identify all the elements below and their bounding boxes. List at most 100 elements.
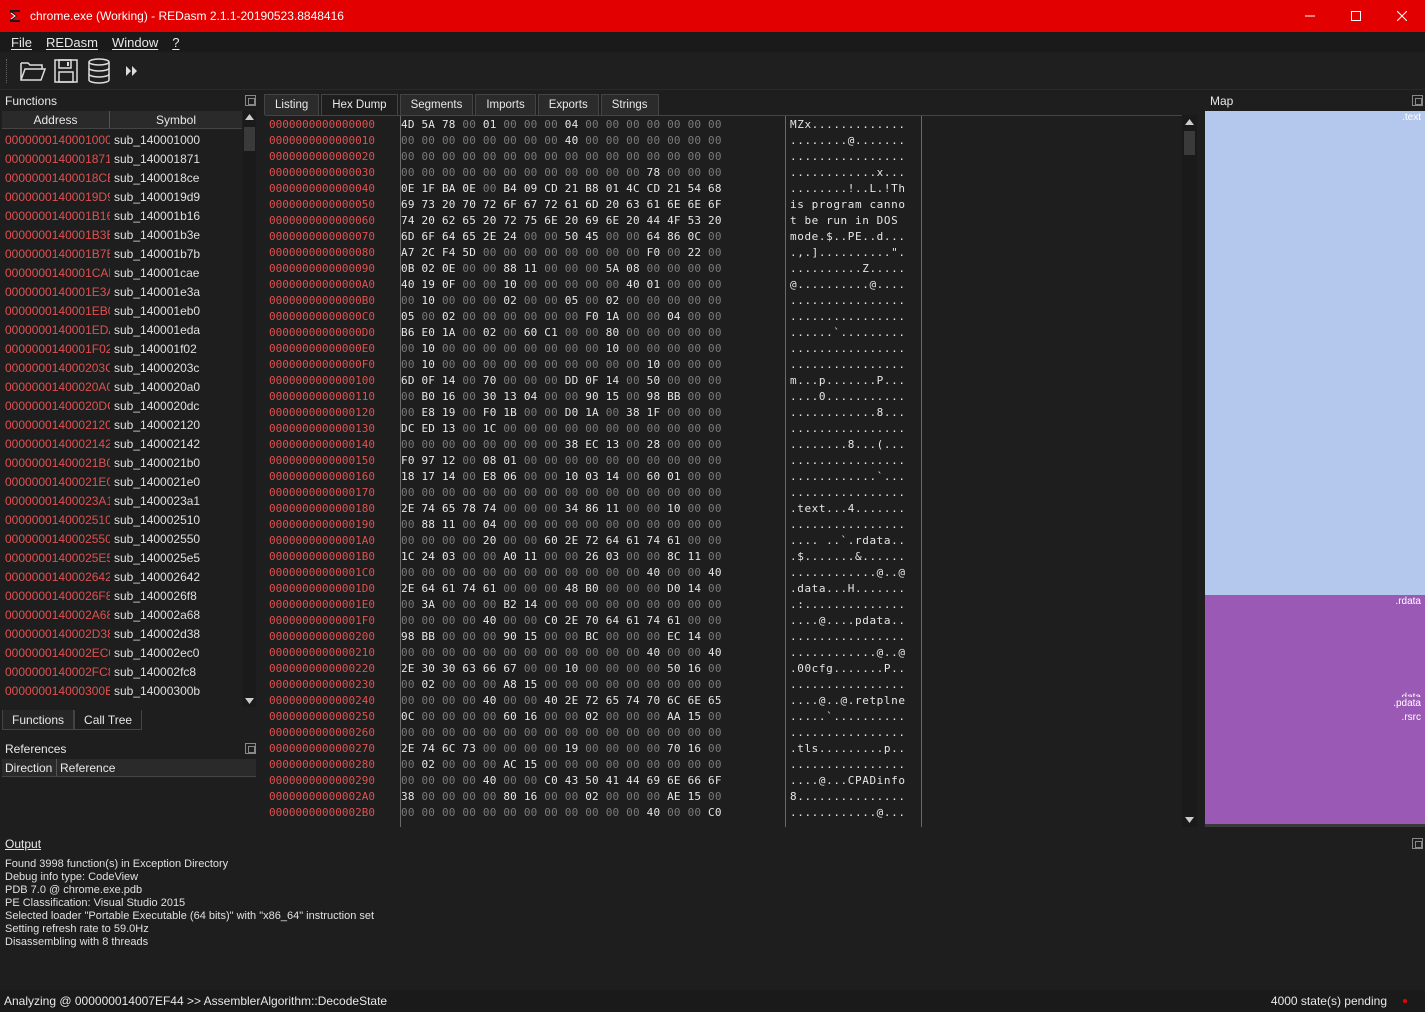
hex-ascii[interactable]: .... ..`.rdata.. [785,534,921,547]
function-row[interactable]: 0000000140002FC8 sub_140002fc8 [2,662,242,681]
function-row[interactable]: 0000000140002EC0 sub_140002ec0 [2,643,242,662]
hex-scrollbar[interactable] [1182,115,1197,827]
function-row[interactable]: 00000001400026F8 sub_1400026f8 [2,586,242,605]
function-row[interactable]: 0000000140002D38 sub_140002d38 [2,624,242,643]
hex-row[interactable]: 00000000000000A0 40 19 0F 00 00 10 00 00 … [265,276,1197,292]
menu-redasm[interactable]: REDasm [39,35,105,50]
hex-ascii[interactable]: ....@...CPADinfo [785,774,921,787]
hex-row[interactable]: 0000000000000260 00 00 00 00 00 00 00 00 … [265,724,1197,740]
float-dock-icon[interactable] [245,743,256,754]
hex-bytes[interactable]: 74 20 62 65 20 72 75 6E 20 69 6E 20 44 4… [397,214,785,227]
function-row[interactable]: 0000000140001000 sub_140001000 [2,130,242,149]
function-row[interactable]: 00000001400023A1 sub_1400023a1 [2,491,242,510]
hex-bytes[interactable]: 2E 64 61 74 61 00 00 00 48 B0 00 00 00 D… [397,582,785,595]
function-row[interactable]: 0000000140002550 sub_140002550 [2,529,242,548]
hex-row[interactable]: 00000000000000E0 00 10 00 00 00 00 00 00 … [265,340,1197,356]
function-row[interactable]: 0000000140001E3A sub_140001e3a [2,282,242,301]
hex-bytes[interactable]: 6D 6F 64 65 2E 24 00 00 50 45 00 00 64 8… [397,230,785,243]
hex-row[interactable]: 0000000000000240 00 00 00 00 40 00 00 40 … [265,692,1197,708]
hex-bytes[interactable]: 00 00 00 00 00 00 00 00 00 00 00 00 00 0… [397,486,785,499]
hex-bytes[interactable]: 00 E8 19 00 F0 1B 00 00 D0 1A 00 38 1F 0… [397,406,785,419]
function-row[interactable]: 00000001400025E5 sub_1400025e5 [2,548,242,567]
function-row[interactable]: 0000000140001B3E sub_140001b3e [2,225,242,244]
function-row[interactable]: 0000000140001B7B sub_140001b7b [2,244,242,263]
hex-row[interactable]: 00000000000001E0 00 3A 00 00 00 B2 14 00 … [265,596,1197,612]
database-button[interactable] [84,56,114,86]
hex-ascii[interactable]: ............x... [785,166,921,179]
hex-bytes[interactable]: 6D 0F 14 00 70 00 00 00 DD 0F 14 00 50 0… [397,374,785,387]
function-row[interactable]: 0000000140001EB0 sub_140001eb0 [2,301,242,320]
hex-ascii[interactable]: ................ [785,486,921,499]
tab-exports[interactable]: Exports [537,94,599,115]
hex-row[interactable]: 0000000000000140 00 00 00 00 00 00 00 00 … [265,436,1197,452]
function-row[interactable]: 00000001400018CE sub_1400018ce [2,168,242,187]
hex-bytes[interactable]: 00 00 00 00 00 00 00 00 00 00 00 00 78 0… [397,166,785,179]
hex-ascii[interactable]: ................ [785,758,921,771]
hex-row[interactable]: 0000000000000100 6D 0F 14 00 70 00 00 00 … [265,372,1197,388]
map-segment[interactable] [1205,711,1425,824]
hex-bytes[interactable]: 00 00 00 00 40 00 00 40 2E 72 65 74 70 6… [397,694,785,707]
hex-row[interactable]: 0000000000000160 18 17 14 00 E8 06 00 00 … [265,468,1197,484]
tab-call-tree[interactable]: Call Tree [74,710,143,730]
hex-bytes[interactable]: 00 00 00 00 40 00 00 C0 43 50 41 44 69 6… [397,774,785,787]
hex-ascii[interactable]: ................ [785,310,921,323]
function-row[interactable]: 00000001400019D9 sub_1400019d9 [2,187,242,206]
hex-ascii[interactable]: MZx............. [785,118,921,131]
function-row[interactable]: 00000001400020DC sub_1400020dc [2,396,242,415]
hex-row[interactable]: 00000000000000C0 05 00 02 00 00 00 00 00 … [265,308,1197,324]
hex-bytes[interactable]: 98 BB 00 00 00 90 15 00 00 BC 00 00 00 E… [397,630,785,643]
hex-row[interactable]: 0000000000000200 98 BB 00 00 00 90 15 00 … [265,628,1197,644]
hex-ascii[interactable]: .text...4....... [785,502,921,515]
hex-row[interactable]: 00000000000001D0 2E 64 61 74 61 00 00 00 … [265,580,1197,596]
hex-row[interactable]: 0000000000000190 00 88 11 00 04 00 00 00 … [265,516,1197,532]
function-row[interactable]: 0000000140001B16 sub_140001b16 [2,206,242,225]
hex-bytes[interactable]: 00 02 00 00 00 A8 15 00 00 00 00 00 00 0… [397,678,785,691]
menu-window[interactable]: Window [105,35,165,50]
hex-bytes[interactable]: A7 2C F4 5D 00 00 00 00 00 00 00 00 F0 0… [397,246,785,259]
hex-row[interactable]: 0000000000000230 00 02 00 00 00 A8 15 00 … [265,676,1197,692]
float-dock-icon[interactable] [1412,95,1423,106]
hex-bytes[interactable]: 2E 74 65 78 74 00 00 00 34 86 11 00 00 1… [397,502,785,515]
column-reference[interactable]: Reference [57,759,115,776]
hex-ascii[interactable]: ....@..@.retplne [785,694,921,707]
hex-ascii[interactable]: .00cfg.......P.. [785,662,921,675]
hex-row[interactable]: 0000000000000170 00 00 00 00 00 00 00 00 … [265,484,1197,500]
hex-bytes[interactable]: 38 00 00 00 00 80 16 00 00 02 00 00 00 A… [397,790,785,803]
hex-bytes[interactable]: 00 10 00 00 00 00 00 00 00 00 00 00 10 0… [397,358,785,371]
hex-bytes[interactable]: 69 73 20 70 72 6F 67 72 61 6D 20 63 61 6… [397,198,785,211]
open-button[interactable] [18,56,48,86]
hex-ascii[interactable]: ................ [785,422,921,435]
hex-ascii[interactable]: ....@....pdata.. [785,614,921,627]
hex-bytes[interactable]: 18 17 14 00 E8 06 00 00 10 03 14 00 60 0… [397,470,785,483]
hex-ascii[interactable]: ................ [785,678,921,691]
menu-file[interactable]: File [4,35,39,50]
hex-row[interactable]: 00000000000000D0 B6 E0 1A 00 02 00 60 C1 … [265,324,1197,340]
float-dock-icon[interactable] [245,95,256,106]
function-row[interactable]: 000000014000300B sub_14000300b [2,681,242,700]
hex-row[interactable]: 00000000000000F0 00 10 00 00 00 00 00 00 … [265,356,1197,372]
hex-bytes[interactable]: 0E 1F BA 0E 00 B4 09 CD 21 B8 01 4C CD 2… [397,182,785,195]
maximize-button[interactable] [1333,0,1379,32]
hex-ascii[interactable]: ................ [785,342,921,355]
hex-bytes[interactable]: 2E 74 6C 73 00 00 00 00 19 00 00 00 00 7… [397,742,785,755]
hex-ascii[interactable]: ................ [785,294,921,307]
close-button[interactable] [1379,0,1425,32]
function-row[interactable]: 0000000140002142 sub_140002142 [2,434,242,453]
hex-dump-view[interactable]: 0000000000000000 4D 5A 78 00 01 00 00 00 … [265,115,1197,827]
hex-bytes[interactable]: 40 19 0F 00 00 10 00 00 00 00 00 40 01 0… [397,278,785,291]
hex-ascii[interactable]: .tls.........p.. [785,742,921,755]
hex-ascii[interactable]: .,.]..........". [785,246,921,259]
hex-ascii[interactable]: .....`.......... [785,710,921,723]
hex-bytes[interactable]: 00 00 00 00 00 00 00 00 00 00 00 00 00 0… [397,726,785,739]
column-symbol[interactable]: Symbol [110,111,242,128]
hex-bytes[interactable]: 00 00 00 00 00 00 00 00 00 00 00 00 00 0… [397,150,785,163]
hex-ascii[interactable]: ................ [785,726,921,739]
hex-ascii[interactable]: .$.......&...... [785,550,921,563]
function-row[interactable]: 0000000140002642 sub_140002642 [2,567,242,586]
hex-bytes[interactable]: 00 10 00 00 00 00 00 00 00 00 10 00 00 0… [397,342,785,355]
map-canvas[interactable]: .text.rdata.data.pdata.rsrc [1205,111,1425,827]
hex-ascii[interactable]: ................ [785,454,921,467]
hex-bytes[interactable]: 00 B0 16 00 30 13 04 00 00 90 15 00 98 B… [397,390,785,403]
function-row[interactable]: 0000000140002A68 sub_140002a68 [2,605,242,624]
hex-ascii[interactable]: ............@..@ [785,566,921,579]
